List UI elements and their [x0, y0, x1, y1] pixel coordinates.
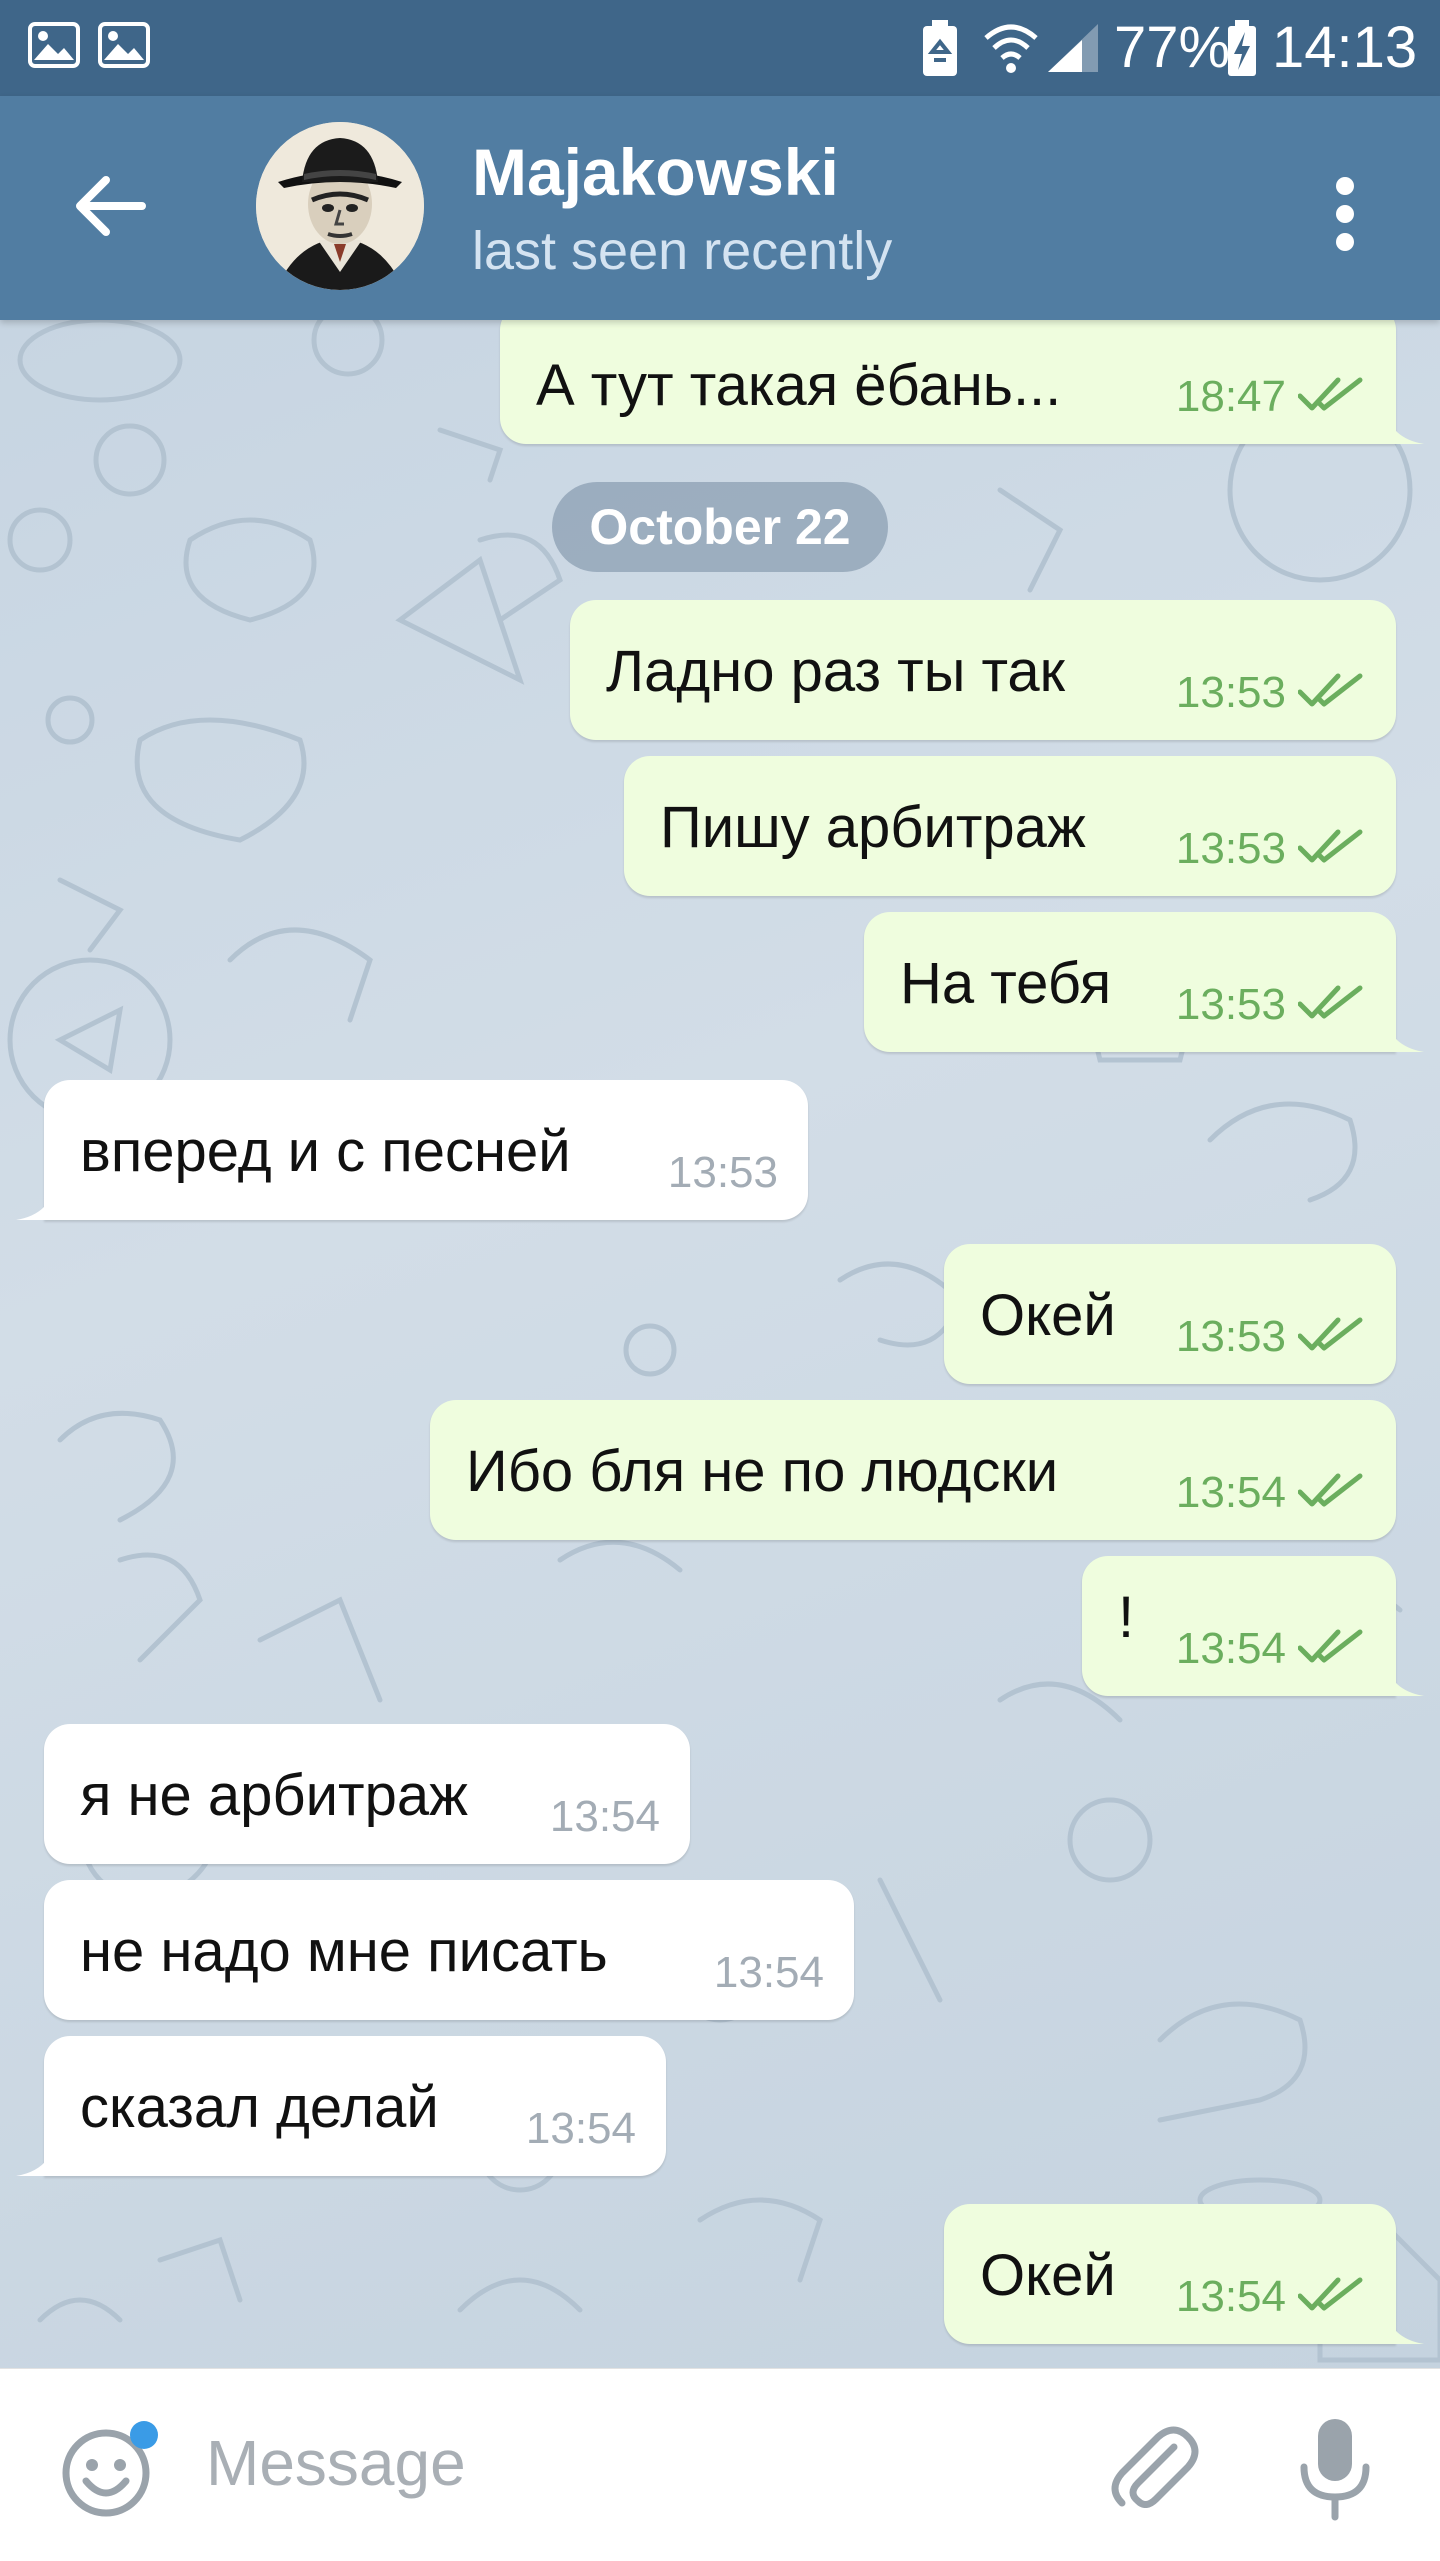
- message-text: не надо мне писать: [80, 1919, 608, 1984]
- chat-title[interactable]: Majakowski: [472, 134, 839, 210]
- message-time: 18:47: [1175, 372, 1286, 421]
- chat-header: Majakowski last seen recently: [0, 96, 1440, 320]
- message-bubble-incoming[interactable]: сказал делай 13:54: [16, 2036, 666, 2176]
- message-time: 13:53: [1175, 668, 1286, 717]
- message-bubble-outgoing[interactable]: На тебя 13:53: [864, 912, 1424, 1052]
- double-check-icon: [1298, 1629, 1363, 1663]
- message-text: Ибо бля не по людски: [466, 1439, 1059, 1504]
- message-text: Ладно раз ты так: [606, 639, 1066, 704]
- bubble-tail: [1384, 404, 1424, 444]
- gallery-icon: [28, 22, 80, 68]
- gallery-icon: [98, 22, 150, 68]
- back-arrow-icon[interactable]: [60, 156, 160, 256]
- bubble-tail: [16, 1180, 56, 1220]
- date-separator: October 22: [552, 482, 888, 572]
- message-time: 13:54: [549, 1792, 660, 1841]
- message-time: 13:53: [1175, 824, 1286, 873]
- message-time: 13:54: [1175, 1468, 1286, 1517]
- message-bubble-incoming[interactable]: вперед и с песней 13:53: [16, 1080, 808, 1220]
- emoji-badge: [130, 2421, 158, 2449]
- battery-percent: 77%: [1114, 15, 1231, 80]
- double-check-icon: [1298, 829, 1363, 863]
- more-vert-icon[interactable]: [1300, 164, 1390, 264]
- emoji-icon[interactable]: [58, 2421, 158, 2521]
- message-text: А тут такая ёбань...: [536, 353, 1062, 418]
- status-bar: 77% 14:13: [0, 0, 1440, 96]
- microphone-icon[interactable]: [1290, 2413, 1380, 2523]
- message-bubble-outgoing[interactable]: Ладно раз ты так 13:53: [570, 600, 1396, 740]
- message-bubble-incoming[interactable]: я не арбитраж 13:54: [44, 1724, 690, 1864]
- message-text: Окей: [980, 1283, 1116, 1348]
- message-input[interactable]: [206, 2413, 1006, 2513]
- message-list[interactable]: А тут такая ёбань... 18:47 October 22 Ла…: [0, 320, 1440, 2368]
- message-text: я не арбитраж: [80, 1763, 468, 1828]
- double-check-icon: [1298, 985, 1363, 1019]
- clock: 14:13: [1272, 15, 1418, 80]
- double-check-icon: [1298, 1317, 1363, 1351]
- message-bubble-outgoing[interactable]: А тут такая ёбань... 18:47: [500, 320, 1424, 444]
- message-bubble-outgoing[interactable]: Окей 13:54: [944, 2204, 1424, 2344]
- double-check-icon: [1298, 2277, 1363, 2311]
- message-bubble-outgoing[interactable]: Окей 13:53: [944, 1244, 1396, 1384]
- bubble-tail: [1384, 2304, 1424, 2344]
- message-text: вперед и с песней: [80, 1119, 571, 1184]
- signal-icon: [1048, 24, 1098, 72]
- message-time: 13:53: [1175, 1312, 1286, 1361]
- message-bubble-outgoing[interactable]: Ибо бля не по людски 13:54: [430, 1400, 1396, 1540]
- attach-icon[interactable]: [1104, 2417, 1204, 2517]
- battery-saver-icon: [923, 20, 957, 76]
- battery-charging-icon: [1228, 20, 1256, 76]
- message-time: 13:54: [1175, 1624, 1286, 1673]
- message-text: Пишу арбитраж: [660, 795, 1086, 860]
- message-time: 13:53: [667, 1148, 778, 1197]
- wifi-icon: [984, 24, 1038, 73]
- message-time: 13:54: [525, 2104, 636, 2153]
- bubble-tail: [1384, 1656, 1424, 1696]
- last-seen-status: last seen recently: [472, 221, 893, 281]
- bubble-tail: [16, 2136, 56, 2176]
- message-text: !: [1118, 1585, 1135, 1650]
- message-time: 13:54: [1175, 2272, 1286, 2321]
- message-bubble-outgoing[interactable]: Пишу арбитраж 13:53: [624, 756, 1396, 896]
- message-text: На тебя: [900, 951, 1112, 1016]
- bubble-tail: [1384, 1012, 1424, 1052]
- avatar[interactable]: [256, 122, 424, 290]
- double-check-icon: [1298, 1473, 1363, 1507]
- message-bubble-incoming[interactable]: не надо мне писать 13:54: [44, 1880, 854, 2020]
- message-text: Окей: [980, 2243, 1116, 2308]
- message-composer: [0, 2368, 1440, 2561]
- double-check-icon: [1298, 377, 1363, 411]
- double-check-icon: [1298, 673, 1363, 707]
- message-bubble-outgoing[interactable]: ! 13:54: [1082, 1556, 1424, 1696]
- message-time: 13:53: [1175, 980, 1286, 1029]
- message-text: сказал делай: [80, 2075, 439, 2140]
- message-time: 13:54: [713, 1948, 824, 1997]
